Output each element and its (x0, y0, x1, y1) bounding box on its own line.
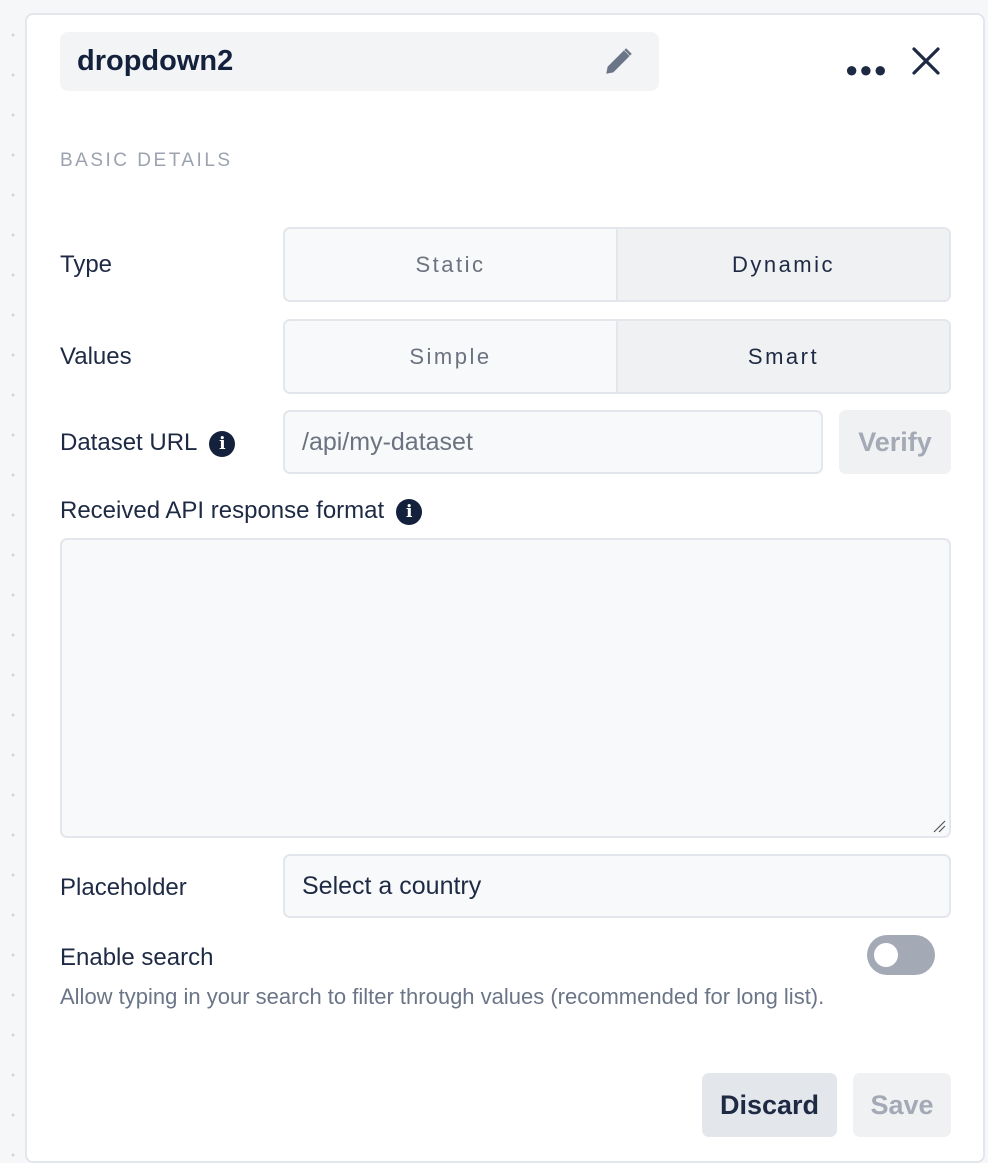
dataset-url-label: Dataset URL i (60, 429, 236, 457)
pencil-icon[interactable] (602, 44, 636, 83)
response-format-textarea[interactable] (60, 538, 951, 838)
values-label: Values (60, 343, 132, 370)
info-icon[interactable]: i (209, 430, 236, 457)
toggle-knob (874, 943, 898, 967)
type-segmented-control: Static Dynamic (283, 227, 951, 302)
save-button[interactable]: Save (853, 1073, 951, 1137)
type-label: Type (60, 251, 113, 278)
dataset-url-input[interactable]: /api/my-dataset (283, 410, 823, 474)
enable-search-toggle[interactable] (867, 935, 935, 975)
values-option-simple[interactable]: Simple (285, 321, 616, 392)
values-segmented-control: Simple Smart (283, 319, 951, 394)
response-format-label: Received API response format i (60, 497, 423, 525)
type-option-static[interactable]: Static (285, 229, 616, 300)
response-format-label-text: Received API response format (60, 497, 385, 524)
discard-button[interactable]: Discard (702, 1073, 837, 1137)
type-option-dynamic[interactable]: Dynamic (616, 229, 949, 300)
values-option-smart[interactable]: Smart (616, 321, 949, 392)
dropdown-settings-panel: dropdown2 ●●● BASIC DETAILS Type Static … (25, 13, 985, 1163)
close-icon[interactable] (911, 46, 941, 81)
verify-button[interactable]: Verify (839, 410, 951, 474)
dataset-url-label-text: Dataset URL (60, 429, 198, 456)
info-icon[interactable]: i (396, 498, 423, 525)
component-name: dropdown2 (77, 45, 234, 77)
more-options-icon[interactable]: ●●● (845, 57, 888, 83)
enable-search-label: Enable search (60, 944, 214, 971)
resize-handle-icon[interactable] (932, 819, 946, 833)
enable-search-description: Allow typing in your search to filter th… (60, 984, 825, 1009)
placeholder-input[interactable]: Select a country (283, 854, 951, 918)
component-name-field[interactable]: dropdown2 (60, 32, 659, 91)
placeholder-label: Placeholder (60, 874, 187, 901)
section-title: BASIC DETAILS (60, 150, 233, 171)
